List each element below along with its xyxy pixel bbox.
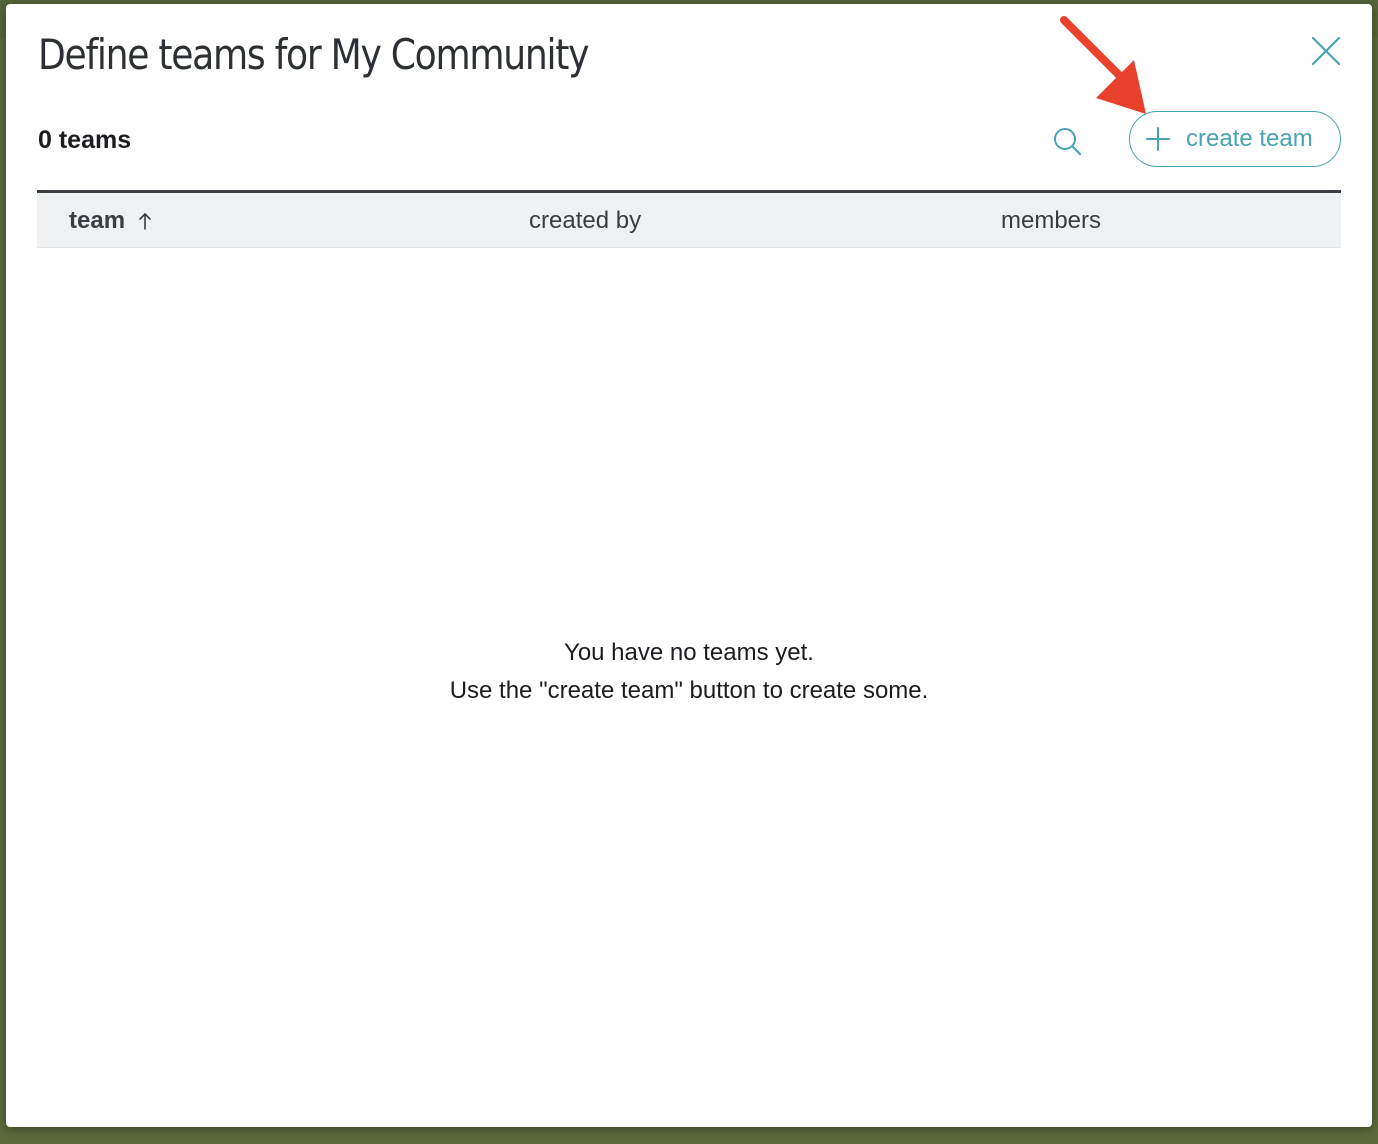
team-count: 0 teams (38, 126, 132, 154)
define-teams-modal: Define teams for My Community 0 teams cr… (6, 4, 1372, 1127)
table-header: team created by members (37, 190, 1341, 248)
empty-state-line-1: You have no teams yet. (564, 639, 814, 666)
create-team-button[interactable]: create team (1129, 111, 1341, 167)
column-header-created-by[interactable]: created by (529, 193, 641, 248)
create-team-label: create team (1186, 125, 1313, 152)
column-header-team[interactable]: team (69, 193, 153, 248)
modal-title: Define teams for My Community (38, 30, 589, 79)
search-button[interactable] (1051, 124, 1083, 160)
empty-state-line-2: Use the "create team" button to create s… (449, 677, 929, 704)
plus-icon (1144, 125, 1172, 153)
close-x-icon (1311, 36, 1341, 66)
sort-ascending-icon (137, 211, 153, 231)
column-header-team-label: team (69, 207, 126, 234)
column-header-members[interactable]: members (1001, 193, 1101, 248)
annotation-arrow-icon (1060, 16, 1146, 114)
close-button[interactable] (1309, 34, 1343, 68)
search-icon (1054, 128, 1082, 156)
empty-state-message: You have no teams yet. Use the "create t… (6, 634, 1372, 710)
